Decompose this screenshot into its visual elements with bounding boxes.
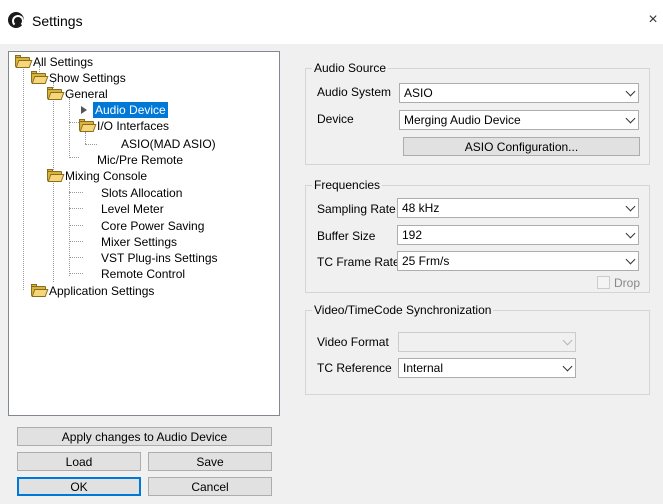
tree-label: Core Power Saving: [101, 219, 205, 233]
arrow-right-icon: [81, 106, 87, 114]
folder-open-icon: [79, 119, 97, 132]
tc-reference-select[interactable]: Internal: [398, 358, 576, 378]
device-select[interactable]: Merging Audio Device: [399, 110, 639, 130]
audio-system-label: Audio System: [317, 85, 392, 99]
tree-connector: [69, 182, 70, 276]
tree-label: Slots Allocation: [101, 186, 183, 200]
tree-connector: [23, 66, 24, 290]
apply-changes-button[interactable]: Apply changes to Audio Device: [17, 427, 272, 446]
video-format-label: Video Format: [317, 335, 389, 349]
save-button[interactable]: Save: [148, 452, 272, 471]
audio-source-group: Audio Source Audio System ASIO Device Me…: [305, 61, 650, 165]
sampling-rate-select[interactable]: 48 kHz: [397, 198, 639, 218]
group-title: Audio Source: [312, 61, 389, 75]
window-title: Settings: [32, 13, 83, 29]
sampling-rate-label: Sampling Rate: [317, 202, 396, 216]
tree-connector: [69, 257, 83, 258]
chevron-down-icon: [625, 86, 636, 97]
tree-connector: [53, 82, 54, 282]
chevron-down-icon: [625, 254, 636, 265]
asio-configuration-button[interactable]: ASIO Configuration...: [403, 137, 640, 156]
tree-label: Mixing Console: [65, 169, 148, 183]
title-bar: Settings ×: [0, 0, 663, 44]
tree-connector: [69, 225, 83, 226]
load-button[interactable]: Load: [17, 452, 141, 471]
cancel-button[interactable]: Cancel: [148, 477, 272, 496]
folder-closed-icon: [31, 284, 49, 297]
folder-open-icon: [47, 169, 65, 182]
tc-frame-rate-select[interactable]: 25 Frm/s: [397, 251, 639, 271]
tree-label: Application Settings: [49, 284, 155, 298]
tree-connector: [85, 144, 97, 145]
tree-connector: [69, 157, 79, 158]
frequencies-group: Frequencies Sampling Rate 48 kHz Buffer …: [305, 178, 650, 293]
chevron-down-icon: [562, 361, 573, 372]
tc-frame-rate-label: TC Frame Rate: [317, 255, 400, 269]
tree-label: Level Meter: [101, 202, 164, 216]
settings-tree[interactable]: All Settings Show Settings General Audio…: [8, 51, 280, 416]
chevron-down-icon: [562, 335, 573, 346]
chevron-down-icon: [625, 228, 636, 239]
tc-reference-label: TC Reference: [317, 361, 392, 375]
tree-connector: [69, 122, 79, 123]
tree-label: Mixer Settings: [101, 235, 178, 249]
device-label: Device: [317, 112, 354, 126]
folder-open-icon: [15, 55, 33, 68]
tree-label: Mic/Pre Remote: [97, 153, 184, 167]
select-value: Merging Audio Device: [404, 113, 521, 127]
group-title: Frequencies: [312, 178, 383, 192]
tree-label: General: [65, 87, 108, 101]
buffer-size-select[interactable]: 192: [397, 225, 639, 245]
tree-connector: [69, 241, 83, 242]
select-value: ASIO: [404, 86, 433, 100]
group-title: Video/TimeCode Synchronization: [312, 303, 494, 317]
buffer-size-label: Buffer Size: [317, 229, 376, 243]
ok-button[interactable]: OK: [17, 477, 141, 496]
app-logo-icon: [8, 12, 24, 28]
video-sync-group: Video/TimeCode Synchronization Video For…: [305, 303, 650, 395]
tree-connector: [69, 273, 83, 274]
tree-label: Remote Control: [101, 267, 186, 281]
tree-connector: [69, 208, 83, 209]
chevron-down-icon: [625, 201, 636, 212]
tree-connector: [69, 192, 83, 193]
video-format-select[interactable]: [398, 332, 576, 352]
tree-label: VST Plug-ins Settings: [101, 251, 218, 265]
drop-checkbox[interactable]: [597, 276, 610, 289]
chevron-down-icon: [625, 113, 636, 124]
select-value: 25 Frm/s: [402, 254, 450, 268]
tree-label: All Settings: [33, 55, 94, 69]
tree-label: Show Settings: [49, 71, 126, 85]
tree-label-selected: Audio Device: [93, 102, 168, 118]
folder-open-icon: [31, 71, 49, 84]
select-value: 192: [402, 228, 423, 242]
tree-label: ASIO(MAD ASIO): [121, 137, 216, 151]
audio-system-select[interactable]: ASIO: [399, 83, 639, 103]
tree-label: I/O Interfaces: [97, 119, 170, 133]
tree-connector: [69, 98, 70, 158]
select-value: 48 kHz: [402, 201, 440, 215]
select-value: Internal: [403, 361, 444, 375]
folder-open-icon: [47, 87, 65, 100]
tree-connector: [85, 132, 86, 144]
close-icon[interactable]: ×: [644, 10, 662, 30]
drop-label: Drop: [614, 276, 641, 290]
